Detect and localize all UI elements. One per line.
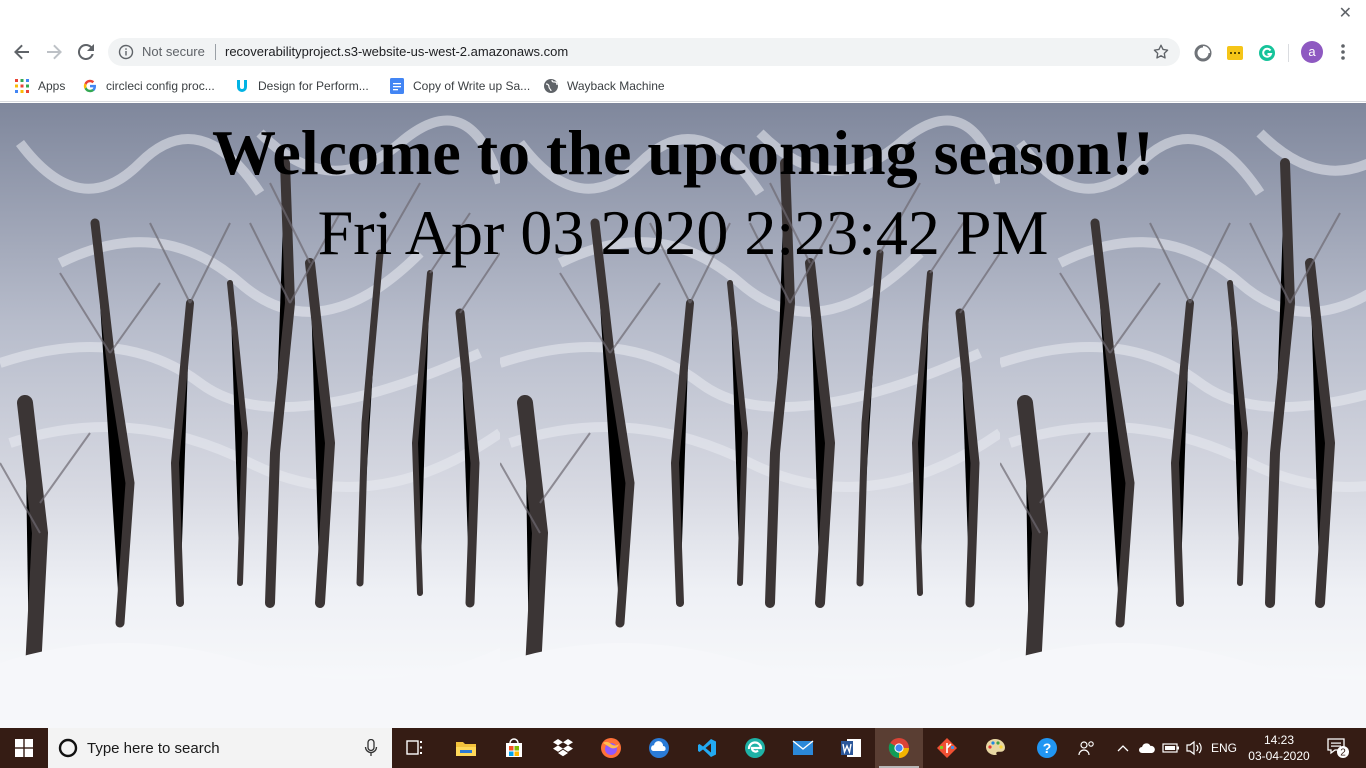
reload-icon — [78, 44, 94, 60]
taskbar-edge[interactable] — [731, 728, 779, 768]
bookmark-wayback-machine[interactable]: Wayback Machine — [543, 77, 665, 95]
forward-button[interactable] — [42, 40, 66, 64]
tray-battery[interactable] — [1160, 728, 1182, 768]
taskbar-vscode[interactable] — [683, 728, 731, 768]
cloud-icon — [1139, 743, 1155, 753]
extension-sync-icon[interactable] — [1193, 43, 1213, 63]
back-arrow-icon — [14, 44, 29, 60]
cloud-app-icon — [649, 738, 669, 758]
speaker-icon — [1186, 740, 1202, 756]
bookmark-apps[interactable]: Apps — [14, 77, 65, 95]
globe-icon — [543, 78, 559, 94]
windows-taskbar: Type here to search ? ENG 14:23 03-04-20… — [0, 728, 1366, 768]
bookmark-label: Copy of Write up Sa... — [413, 79, 531, 93]
browser-toolbar: Not secure recoverabilityproject.s3-webs… — [0, 34, 1366, 70]
tray-show-hidden[interactable] — [1112, 728, 1134, 768]
extension-grammarly-icon[interactable] — [1257, 43, 1277, 63]
start-button[interactable] — [0, 728, 48, 768]
taskbar-search-box[interactable]: Type here to search — [48, 728, 392, 768]
git-icon — [937, 738, 957, 758]
folder-icon — [456, 742, 476, 756]
profile-avatar[interactable]: a — [1301, 41, 1323, 63]
back-button[interactable] — [10, 40, 34, 64]
more-menu-icon[interactable] — [1336, 42, 1350, 62]
taskbar-store[interactable] — [490, 728, 538, 768]
udacity-icon — [234, 78, 250, 94]
taskbar-firefox[interactable] — [587, 728, 635, 768]
bookmark-label: Design for Perform... — [258, 79, 369, 93]
vscode-icon — [698, 739, 716, 757]
toolbar-divider — [1288, 44, 1289, 62]
tray-onedrive[interactable] — [1136, 728, 1158, 768]
google-icon — [82, 78, 98, 94]
tray-volume[interactable] — [1184, 728, 1206, 768]
bookmarks-bar: Apps circleci config proc... Design for … — [0, 70, 1366, 102]
people-icon — [1078, 741, 1094, 756]
clock-time: 14:23 — [1263, 733, 1295, 747]
tab-strip: ✕ — [0, 0, 1366, 34]
windows-logo-icon — [15, 739, 33, 757]
current-datetime: Fri Apr 03 2020 2:23:42 PM — [317, 197, 1049, 268]
bookmark-label: Wayback Machine — [567, 79, 665, 93]
page-viewport: Welcome to the upcoming season!! Fri Apr… — [0, 103, 1366, 728]
apps-grid-icon — [14, 78, 30, 94]
taskbar-paint[interactable] — [971, 728, 1019, 768]
paint-palette-icon — [986, 739, 1005, 755]
microphone-icon[interactable] — [364, 739, 378, 757]
edge-icon — [745, 738, 765, 758]
taskbar-word[interactable] — [827, 728, 875, 768]
google-docs-icon — [389, 78, 405, 94]
taskbar-onedrive-app[interactable] — [635, 728, 683, 768]
not-secure-label[interactable]: Not secure — [142, 44, 205, 60]
action-center-button[interactable]: 2 — [1318, 728, 1358, 768]
taskbar-clock[interactable]: 14:23 03-04-2020 — [1246, 732, 1312, 764]
bookmark-design-performance[interactable]: Design for Perform... — [234, 77, 369, 95]
firefox-icon — [601, 738, 621, 758]
clock-date: 03-04-2020 — [1248, 749, 1310, 763]
notification-icon: 2 — [1327, 738, 1349, 759]
omnibox-divider — [215, 44, 216, 60]
taskbar-dropbox[interactable] — [539, 728, 587, 768]
bookmark-label: circleci config proc... — [106, 79, 215, 93]
search-placeholder: Type here to search — [87, 740, 220, 757]
address-bar[interactable]: Not secure recoverabilityproject.s3-webs… — [108, 38, 1180, 66]
bookmark-label: Apps — [38, 79, 66, 93]
taskbar-mail[interactable] — [779, 728, 827, 768]
page-title: Welcome to the upcoming season!! — [211, 117, 1155, 188]
notification-count: 2 — [1340, 748, 1346, 759]
reload-button[interactable] — [74, 40, 98, 64]
tray-language[interactable]: ENG — [1208, 728, 1240, 768]
dropbox-icon — [553, 739, 573, 757]
taskbar-git[interactable] — [923, 728, 971, 768]
task-view-button[interactable] — [392, 728, 440, 768]
taskbar-chrome[interactable] — [875, 728, 923, 768]
store-icon — [506, 738, 522, 757]
chrome-icon — [888, 738, 909, 758]
tray-help[interactable]: ? — [1031, 728, 1063, 768]
extension-keep-icon[interactable] — [1225, 43, 1245, 63]
word-icon — [841, 739, 861, 757]
url-text[interactable]: recoverabilityproject.s3-website-us-west… — [225, 44, 568, 60]
battery-icon — [1162, 743, 1179, 753]
bookmark-star-icon[interactable] — [1152, 43, 1170, 61]
chevron-up-icon — [1117, 745, 1129, 752]
tray-people[interactable] — [1073, 728, 1101, 768]
forward-arrow-icon — [47, 44, 62, 60]
help-icon: ? — [1037, 738, 1057, 758]
svg-text:?: ? — [1043, 740, 1052, 756]
taskbar-file-explorer[interactable] — [442, 728, 490, 768]
bookmark-circleci[interactable]: circleci config proc... — [82, 77, 215, 95]
bookmark-copy-of-write-up[interactable]: Copy of Write up Sa... — [389, 77, 530, 95]
cortana-icon — [58, 738, 78, 758]
info-icon[interactable] — [118, 44, 134, 60]
mail-icon — [792, 740, 814, 755]
task-view-icon — [406, 740, 422, 755]
window-close-icon[interactable]: ✕ — [1339, 6, 1352, 22]
